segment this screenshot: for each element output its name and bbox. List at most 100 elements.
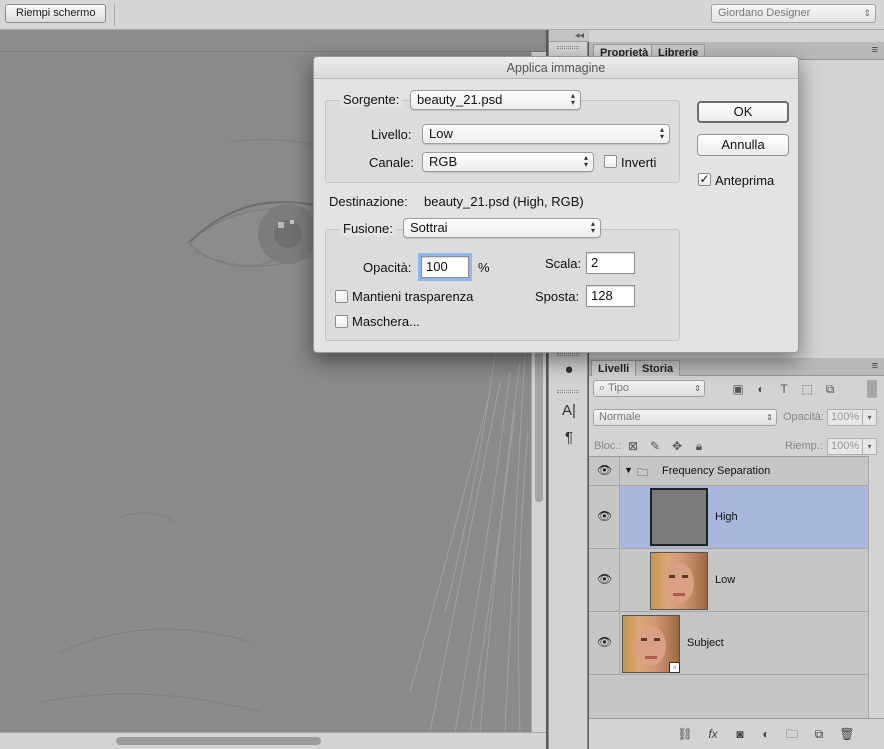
layer-row-low[interactable]: 👁︎ Low — [589, 549, 868, 612]
filter-toggle[interactable] — [867, 380, 877, 398]
group-name: Frequency Separation — [662, 465, 771, 477]
layer-opacity-field[interactable]: 100% ▾ — [827, 409, 877, 426]
opacity-label: Opacità: — [783, 411, 824, 423]
smart-object-icon: ▫ — [669, 662, 680, 673]
offset-input[interactable]: 128 — [586, 285, 635, 307]
paragraph-icon[interactable]: ¶ — [559, 428, 579, 448]
destination-value: beauty_21.psd (High, RGB) — [424, 194, 584, 209]
layer-select[interactable]: Low ▴ ▾ — [422, 124, 670, 144]
workspace-value: Giordano Designer — [718, 7, 811, 19]
scale-input[interactable]: 2 — [586, 252, 635, 274]
chevron-updown-icon: ▴ ▾ — [659, 125, 664, 141]
source-select[interactable]: beauty_21.psd ▴ ▾ — [410, 90, 581, 110]
new-layer-icon[interactable]: ⧉ — [811, 727, 827, 741]
layer-value: Low — [429, 126, 453, 141]
blending-select[interactable]: Sottrai ▴ ▾ — [403, 218, 601, 238]
adjustment-icon[interactable]: ◐ — [758, 727, 774, 741]
layer-name: High — [715, 511, 738, 523]
layers-list: 👁︎ ▼ 🗀 Frequency Separation 👁︎ High 👁︎ L… — [589, 456, 868, 718]
layer-row-high[interactable]: 👁︎ High — [589, 486, 868, 549]
layer-opacity-value: 100% — [831, 411, 860, 423]
layer-thumbnail: ▫ — [622, 615, 680, 673]
opacity-label: Opacità: — [363, 260, 412, 275]
mask-label: Maschera... — [352, 314, 420, 329]
trash-icon[interactable]: 🗑︎ — [839, 727, 855, 741]
layer-thumbnail — [650, 488, 708, 546]
eye-icon: 👁︎ — [597, 463, 613, 477]
layer-name: Low — [715, 574, 736, 586]
blending-value: Sottrai — [410, 220, 448, 235]
lock-all-icon[interactable]: 🔒︎ — [692, 439, 706, 453]
layers-scrollbar[interactable] — [868, 456, 884, 718]
invert-label: Inverti — [621, 155, 657, 170]
visibility-toggle[interactable]: 👁︎ — [589, 457, 620, 485]
preview-checkbox[interactable]: ✓ — [698, 173, 711, 186]
opacity-input[interactable]: 100 — [418, 253, 472, 281]
eye-icon: 👁︎ — [597, 635, 613, 649]
offset-label: Sposta: — [535, 289, 580, 304]
search-icon: ⌕ — [599, 382, 606, 394]
dialog-title: Applica immagine — [314, 57, 798, 79]
document-tab-strip — [0, 30, 546, 52]
channel-select[interactable]: RGB ▴ ▾ — [422, 152, 594, 172]
character-icon[interactable]: A| — [559, 401, 579, 421]
folder-icon: 🗀 — [637, 467, 648, 479]
lock-paint-icon[interactable]: ✎ — [648, 439, 662, 453]
filter-shape-icon[interactable]: ⬚ — [800, 382, 814, 396]
workspace-select[interactable]: Giordano Designer ⇕ — [711, 4, 876, 23]
chevron-down-icon[interactable]: ▾ — [862, 438, 876, 455]
drag-grip[interactable] — [557, 353, 579, 356]
cancel-button[interactable]: Annulla — [697, 134, 789, 156]
layer-filter-kind[interactable]: ⌕ Tipo ⇕ — [593, 380, 705, 397]
link-icon[interactable]: ⛓︎ — [677, 727, 693, 741]
chevron-updown-icon: ▴ ▾ — [570, 91, 575, 107]
filter-smartobject-icon[interactable]: ⧉ — [823, 382, 837, 396]
layer-fill-field[interactable]: 100% ▾ — [827, 438, 877, 455]
visibility-toggle[interactable]: 👁︎ — [589, 486, 620, 548]
chevron-updown-icon: ⇕ — [694, 384, 701, 393]
scale-label: Scala: — [545, 256, 582, 271]
panel-menu-icon[interactable]: ≡ — [872, 44, 878, 56]
collapse-left-icon[interactable]: ◂◂ — [575, 30, 584, 41]
layer-row-subject[interactable]: 👁︎ ▫ Subject — [589, 612, 868, 675]
filter-pixel-icon[interactable]: ▣ — [731, 382, 745, 396]
chevron-updown-icon: ⇕ — [863, 8, 871, 18]
channel-value: RGB — [429, 154, 458, 169]
disclosure-triangle-icon[interactable]: ▼ — [624, 465, 633, 475]
chevron-down-icon[interactable]: ▾ — [862, 409, 876, 426]
add-mask-icon[interactable]: ◙ — [732, 727, 748, 741]
lock-transparent-icon[interactable]: ⊠ — [626, 439, 640, 453]
drag-grip[interactable] — [557, 46, 579, 49]
preserve-transparency-checkbox[interactable] — [335, 290, 348, 303]
destination-label: Destinazione: — [329, 194, 408, 209]
canvas-horizontal-scrollbar[interactable] — [0, 732, 546, 749]
visibility-toggle[interactable]: 👁︎ — [589, 612, 620, 674]
lock-move-icon[interactable]: ✥ — [670, 439, 684, 453]
layer-group-row[interactable]: 👁︎ ▼ 🗀 Frequency Separation — [589, 457, 868, 486]
filter-kind-value: Tipo — [608, 382, 630, 394]
filter-adjustment-icon[interactable]: ◐ — [754, 382, 768, 396]
mask-checkbox[interactable] — [335, 315, 348, 328]
fill-screen-button[interactable]: Riempi schermo — [5, 4, 107, 23]
options-bar: Riempi schermo Giordano Designer ⇕ — [0, 0, 884, 30]
panel-menu-icon[interactable]: ≡ — [872, 360, 878, 372]
invert-checkbox[interactable] — [604, 155, 617, 168]
new-group-icon[interactable]: 🗀 — [784, 727, 800, 741]
scroll-thumb[interactable] — [116, 737, 321, 745]
filter-type-icon[interactable]: T — [777, 382, 791, 396]
visibility-toggle[interactable]: 👁︎ — [589, 549, 620, 611]
tab-history[interactable]: Storia — [635, 360, 681, 376]
fx-icon[interactable]: fx — [705, 727, 721, 741]
channels-icon[interactable]: ● — [559, 360, 579, 380]
fill-label: Riemp.: — [785, 440, 823, 452]
layer-name: Subject — [687, 637, 724, 649]
chevron-updown-icon: ⇕ — [766, 413, 773, 422]
blend-mode-select[interactable]: Normale ⇕ — [593, 409, 777, 426]
chevron-updown-icon: ▴ ▾ — [590, 219, 595, 235]
drag-grip[interactable] — [557, 390, 579, 393]
source-label: Sorgente: — [340, 92, 403, 107]
ok-button[interactable]: OK — [697, 101, 789, 123]
opacity-unit: % — [478, 260, 490, 275]
tab-layers[interactable]: Livelli — [591, 360, 637, 376]
blending-label: Fusione: — [340, 221, 396, 236]
